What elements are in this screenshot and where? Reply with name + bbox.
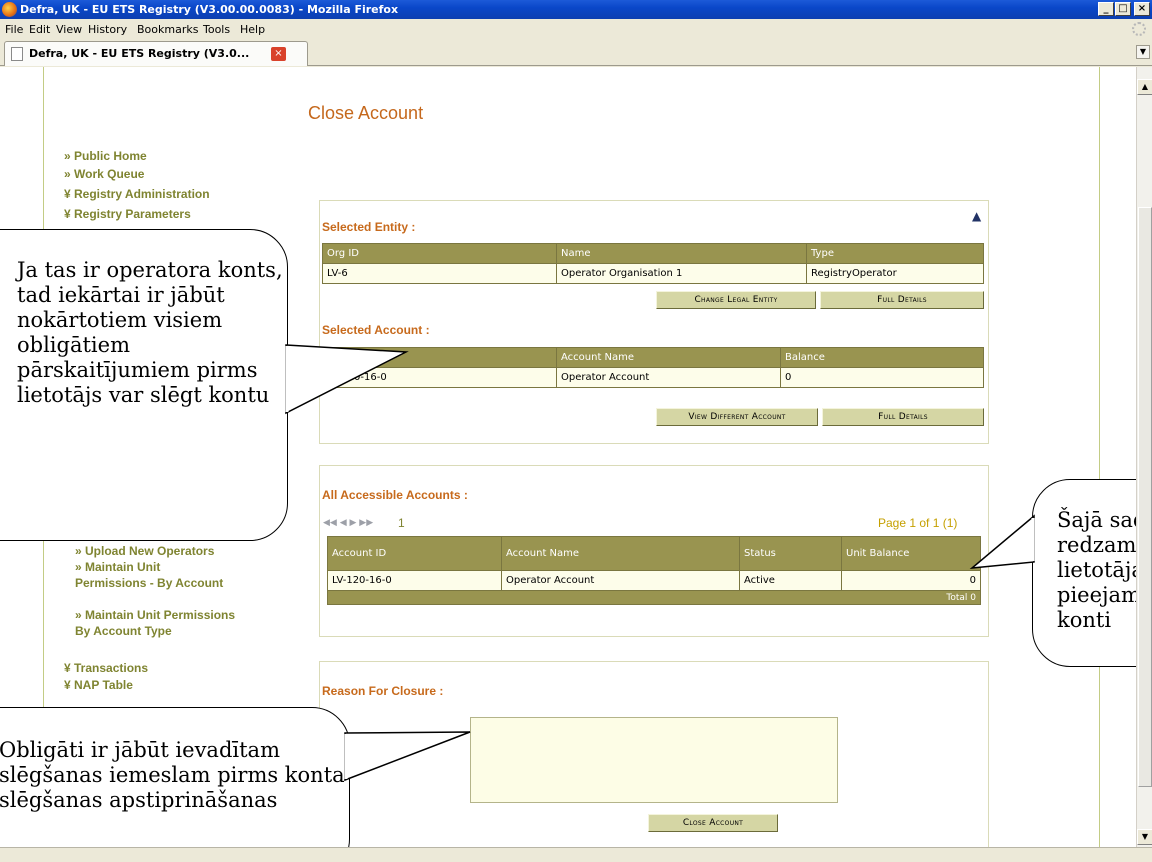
col-account-id: Account ID [322, 347, 557, 368]
col-unit-balance: Unit Balance [841, 536, 981, 571]
col-account-id: Account ID [327, 536, 502, 571]
page-info: Page 1 of 1 (1) [878, 516, 958, 530]
tab-title: Defra, UK - EU ETS Registry (V3.0... [29, 47, 250, 60]
table-header-row: Account ID Account Name Balance [322, 347, 984, 368]
vertical-scrollbar[interactable]: ▲ ▼ [1136, 67, 1152, 847]
cell-account-name: Operator Account [501, 570, 740, 591]
nav-registry-parameters[interactable]: ¥ Registry Parameters [64, 207, 191, 221]
menu-bookmarks[interactable]: Bookmarks [137, 23, 198, 36]
table-row[interactable]: LV-120-16-0 Operator Account Active 0 [327, 570, 981, 591]
cell-name: Operator Organisation 1 [556, 263, 807, 284]
col-name: Name [556, 243, 807, 264]
page-content: Close Account » Public Home » Work Queue… [0, 67, 1136, 847]
table-total: Total 0 [327, 590, 981, 605]
tab-bar: Defra, UK - EU ETS Registry (V3.0... × ▼ [0, 39, 1152, 66]
page-icon [11, 47, 23, 61]
col-type: Type [806, 243, 984, 264]
callout-accessible-accounts: Šajā sadaļā redzami lietotājam pieejamie… [1032, 479, 1136, 667]
tab-close-icon[interactable]: × [271, 47, 286, 61]
status-bar [0, 847, 1152, 862]
throbber-icon [1132, 22, 1146, 36]
table-row: LV-120-16-0 Operator Account 0 [322, 367, 984, 388]
firefox-icon [2, 2, 17, 17]
cell-account-id: LV-120-16-0 [322, 367, 557, 388]
accessible-accounts-title: All Accessible Accounts : [322, 488, 468, 502]
right-border-line [1099, 67, 1100, 847]
browser-tab[interactable]: Defra, UK - EU ETS Registry (V3.0... × [4, 41, 308, 66]
close-account-button[interactable]: Close Account [648, 814, 778, 832]
callout-reason-required-text: Obligāti ir jābūt ievadītam slēgšanas ie… [0, 738, 345, 812]
table-row: LV-6 Operator Organisation 1 RegistryOpe… [322, 263, 984, 284]
page-title: Close Account [308, 103, 424, 123]
selected-account-title: Selected Account : [322, 323, 430, 337]
menu-help[interactable]: Help [240, 23, 265, 36]
table-header-row: Account ID Account Name Status Unit Bala… [327, 536, 981, 571]
accessible-accounts-table: Account ID Account Name Status Unit Bala… [327, 536, 981, 605]
maximize-button[interactable]: □ [1115, 2, 1131, 16]
collapse-icon[interactable]: ▲ [972, 209, 981, 223]
entity-table: Org ID Name Type LV-6 Operator Organisat… [322, 243, 984, 284]
col-account-name: Account Name [556, 347, 781, 368]
account-table: Account ID Account Name Balance LV-120-1… [322, 347, 984, 388]
nav-nap-table[interactable]: ¥ NAP Table [64, 678, 133, 692]
nav-upload-new-operators[interactable]: » Upload New Operators [75, 543, 214, 559]
menu-view[interactable]: View [56, 23, 82, 36]
nav-maintain-unit-permissions-by-account-type[interactable]: » Maintain Unit Permissions By Account T… [75, 607, 250, 639]
account-full-details-button[interactable]: Full Details [822, 408, 984, 426]
nav-registry-administration[interactable]: ¥ Registry Administration [64, 187, 210, 201]
cell-org-id: LV-6 [322, 263, 557, 284]
menu-tools[interactable]: Tools [203, 23, 230, 36]
menu-file[interactable]: File [5, 23, 23, 36]
callout-operator-account-text: Ja tas ir operatora konts, tad iekārtai … [17, 258, 283, 407]
change-legal-entity-button[interactable]: Change Legal Entity [656, 291, 816, 309]
col-balance: Balance [780, 347, 984, 368]
tab-list-icon[interactable]: ▼ [1136, 45, 1150, 59]
callout-operator-account: Ja tas ir operatora konts, tad iekārtai … [0, 229, 288, 541]
menu-edit[interactable]: Edit [29, 23, 50, 36]
scroll-thumb[interactable] [1138, 207, 1152, 787]
col-account-name: Account Name [501, 536, 740, 571]
menu-history[interactable]: History [88, 23, 127, 36]
scroll-up-icon[interactable]: ▲ [1137, 79, 1152, 95]
col-org-id: Org ID [322, 243, 557, 264]
cell-account-id[interactable]: LV-120-16-0 [327, 570, 502, 591]
table-header-row: Org ID Name Type [322, 243, 984, 264]
selected-entity-title: Selected Entity : [322, 220, 416, 234]
cell-status: Active [739, 570, 842, 591]
pager-page-number[interactable]: 1 [398, 516, 405, 530]
cell-balance: 0 [780, 367, 984, 388]
entity-full-details-button[interactable]: Full Details [820, 291, 984, 309]
nav-maintain-unit-permissions-by-account[interactable]: » Maintain Unit Permissions - By Account [75, 559, 225, 591]
reason-for-closure-title: Reason For Closure : [322, 684, 444, 698]
cell-type: RegistryOperator [806, 263, 984, 284]
table-total-row: Total 0 [327, 590, 981, 605]
callout-accessible-accounts-text: Šajā sadaļā redzami lietotājam pieejamie… [1057, 508, 1136, 632]
cell-unit-balance: 0 [841, 570, 981, 591]
cell-account-name: Operator Account [556, 367, 781, 388]
minimize-button[interactable]: _ [1098, 2, 1114, 16]
reason-textarea[interactable] [470, 717, 838, 803]
close-window-button[interactable]: × [1134, 2, 1150, 16]
scroll-down-icon[interactable]: ▼ [1137, 829, 1152, 845]
nav-public-home[interactable]: » Public Home [64, 149, 147, 163]
menu-bar: File Edit View History Bookmarks Tools H… [0, 19, 1152, 39]
nav-transactions[interactable]: ¥ Transactions [64, 661, 148, 675]
callout-reason-required: Obligāti ir jābūt ievadītam slēgšanas ie… [0, 707, 350, 847]
view-different-account-button[interactable]: View Different Account [656, 408, 818, 426]
col-status: Status [739, 536, 842, 571]
window-title: Defra, UK - EU ETS Registry (V3.00.00.00… [20, 3, 399, 16]
window-titlebar: Defra, UK - EU ETS Registry (V3.00.00.00… [0, 0, 1152, 19]
pager-controls-icon[interactable]: ◀◀ ◀ ▶ ▶▶ [323, 518, 373, 528]
nav-work-queue[interactable]: » Work Queue [64, 167, 144, 181]
